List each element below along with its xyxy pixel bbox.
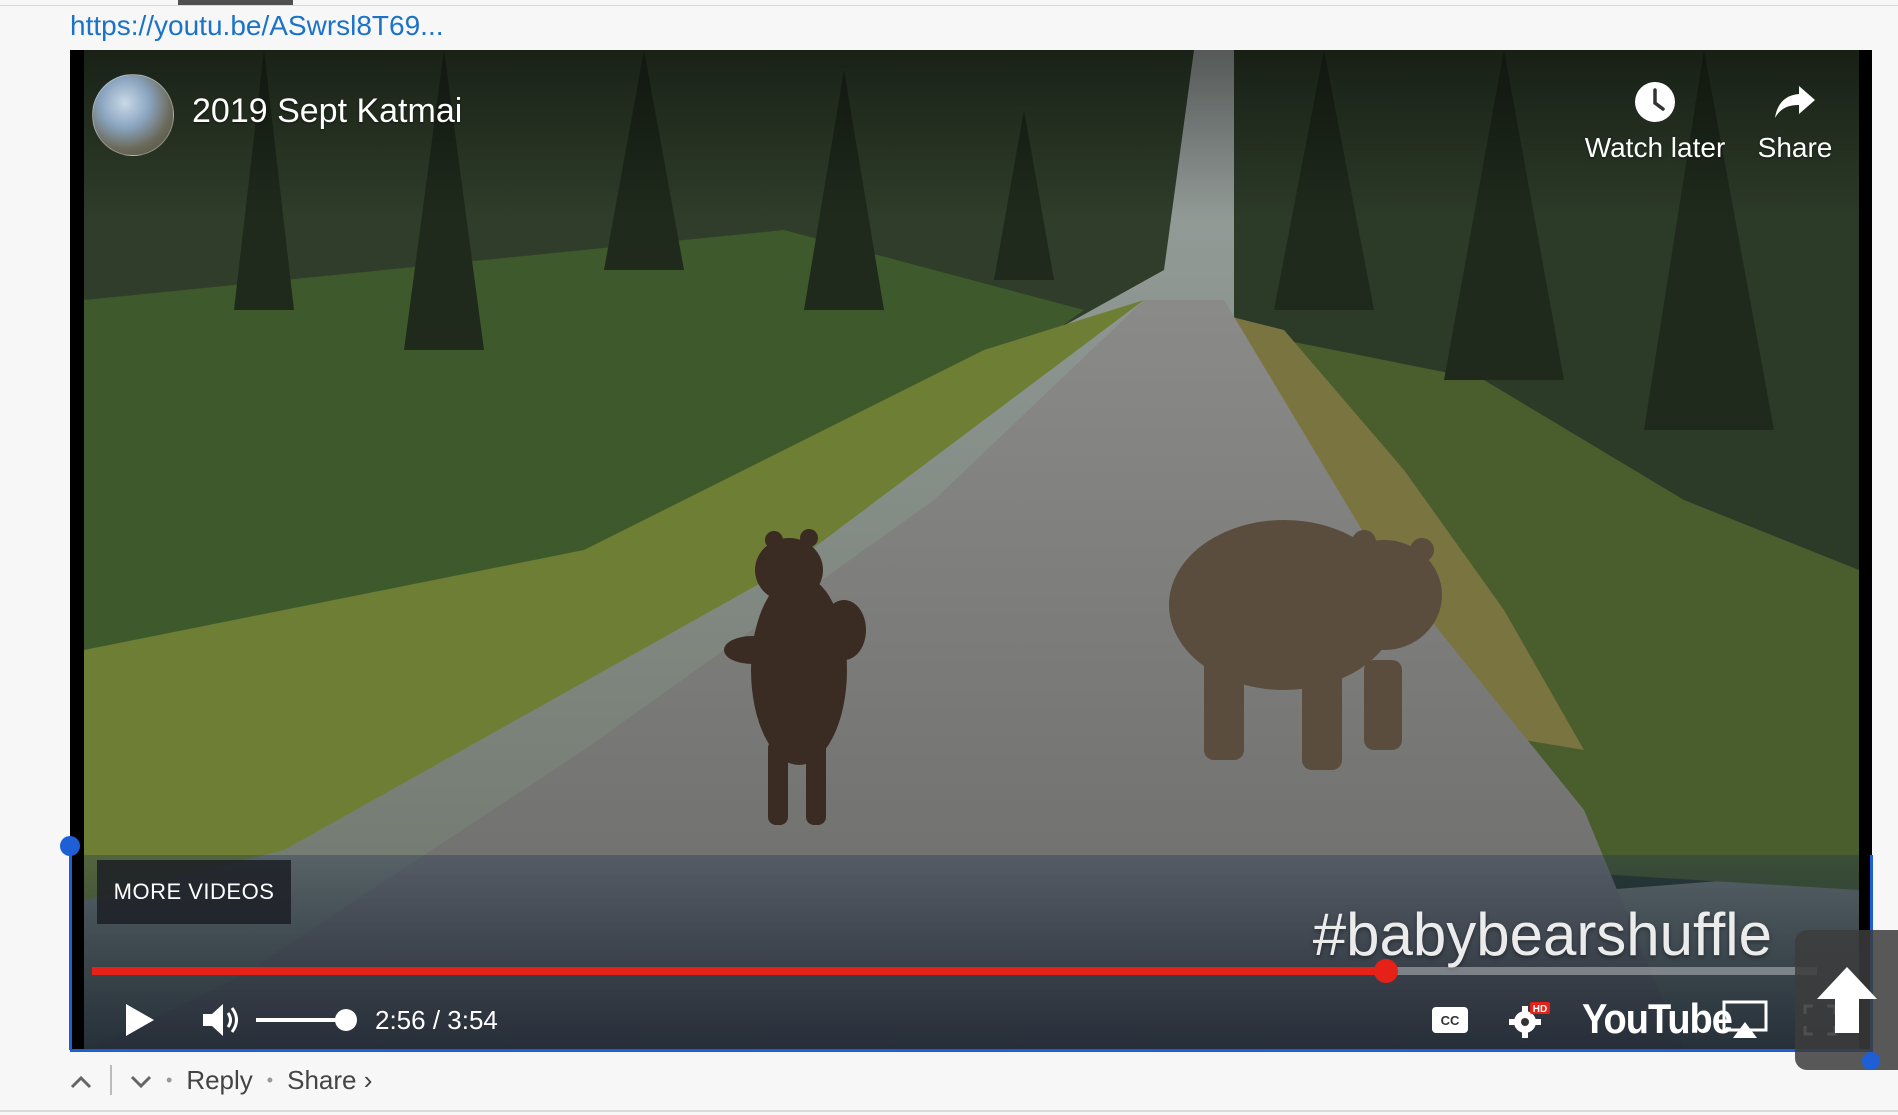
share-link[interactable]: Share › (287, 1065, 372, 1096)
chevron-down-icon (130, 1075, 152, 1088)
progress-bar[interactable] (92, 959, 1817, 983)
volume-button[interactable] (192, 990, 252, 1050)
cc-icon: CC (1432, 1007, 1468, 1033)
settings-button[interactable]: HD (1500, 990, 1560, 1050)
video-title[interactable]: 2019 Sept Katmai (192, 92, 462, 131)
watch-later-label: Watch later (1584, 132, 1726, 163)
separator-dot: • (166, 1069, 173, 1090)
control-bar: 2:56 / 3:54 CC HD YouTube (70, 990, 1872, 1050)
svg-text:CC: CC (1441, 1013, 1460, 1028)
downvote-button[interactable] (130, 1065, 152, 1096)
play-icon (126, 1004, 154, 1036)
separator-dot: • (266, 1069, 274, 1090)
share-arrow-icon (1775, 86, 1815, 118)
video-link[interactable]: https://youtu.be/ASwrsl8T69... (70, 10, 444, 42)
volume-slider-knob[interactable] (335, 1009, 357, 1031)
video-player[interactable]: 2019 Sept Katmai Watch later Share MORE … (70, 50, 1872, 1051)
progress-played (92, 967, 1386, 975)
clock-icon (1635, 82, 1675, 122)
hd-badge: HD (1533, 1004, 1547, 1015)
progress-scrubber[interactable] (1373, 959, 1398, 983)
captions-button[interactable]: CC (1420, 990, 1480, 1050)
play-button[interactable] (110, 990, 170, 1050)
airplay-icon (1722, 1000, 1768, 1038)
scroll-tab-indicator (178, 0, 293, 5)
scroll-to-top-button[interactable] (1795, 930, 1898, 1070)
share-button[interactable]: Share (1730, 80, 1860, 164)
reply-link[interactable]: Reply (186, 1065, 252, 1096)
gear-icon: HD (1509, 1002, 1550, 1038)
selection-handle-end[interactable] (1862, 1052, 1880, 1070)
vote-divider (110, 1065, 112, 1095)
selection-line-left (69, 845, 72, 1050)
bottom-divider (0, 1110, 1898, 1112)
volume-icon (203, 1004, 238, 1036)
airplay-button[interactable] (1710, 990, 1780, 1050)
channel-avatar[interactable] (92, 74, 174, 156)
watch-later-button[interactable]: Watch later (1570, 80, 1740, 164)
arrow-up-icon (1816, 967, 1877, 1033)
upvote-button[interactable] (70, 1065, 92, 1096)
more-videos-button[interactable]: MORE VIDEOS (97, 860, 291, 924)
time-display: 2:56 / 3:54 (375, 1005, 498, 1035)
page: https://youtu.be/ASwrsl8T69... 2019 Sept… (0, 0, 1898, 1115)
selection-line-bottom (70, 1049, 1872, 1052)
chevron-up-icon (70, 1075, 92, 1088)
share-label: Share (1757, 132, 1833, 163)
comment-actions: • Reply • Share › (70, 1060, 386, 1100)
